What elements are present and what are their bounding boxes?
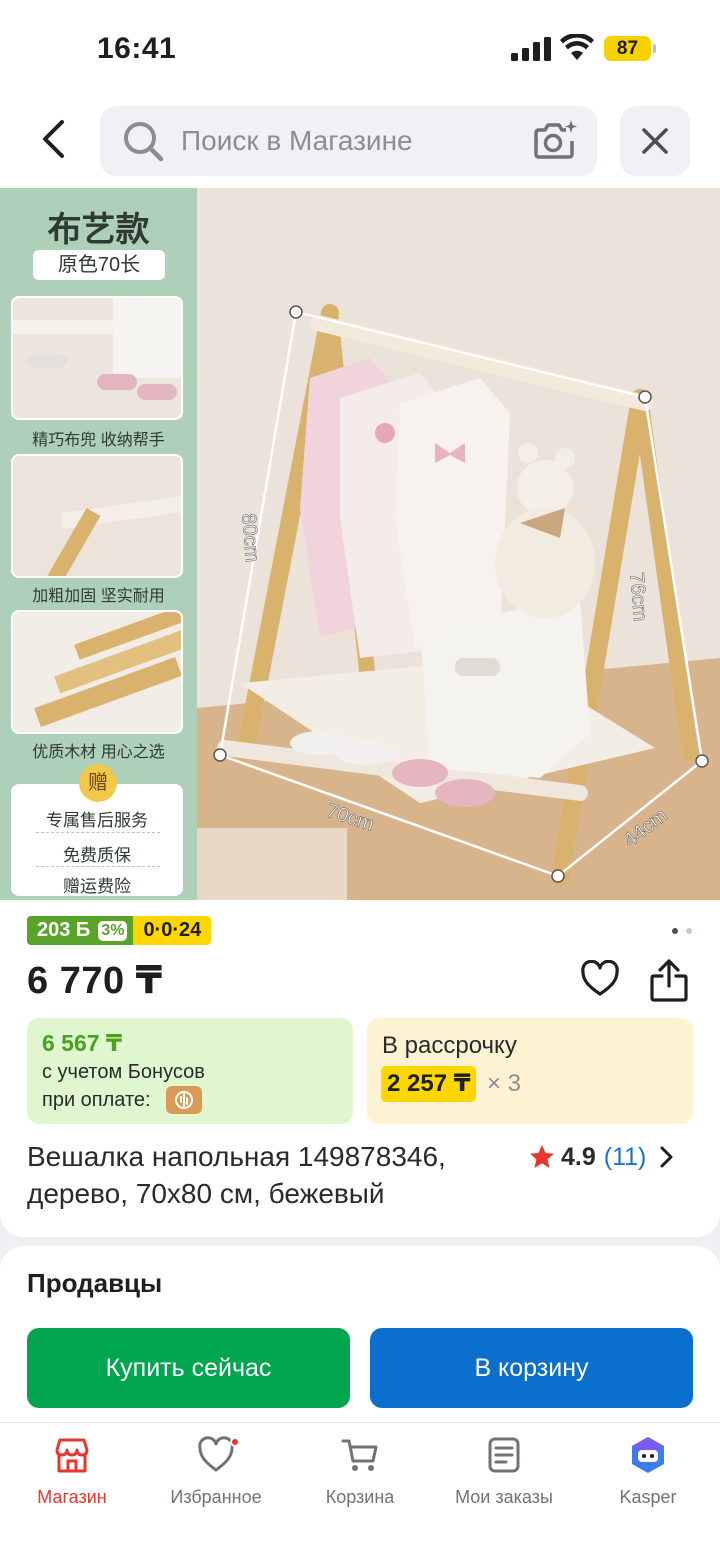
gift-line-1: 专属售后服务 [46,811,148,830]
search-placeholder: Поиск в Магазине [181,125,413,156]
bonus-badge-value: 203 Б [37,919,91,941]
feature-thumb-3 [11,610,183,734]
cart-icon [341,1439,378,1471]
search-input[interactable]: Поиск в Магазине [100,106,597,176]
product-info-card: 203 Б 3% 0·0·24 6 770 ₸ 6 567 ₸ с учетом… [0,900,720,1237]
nav-item-orders[interactable]: Мои заказы [432,1435,576,1525]
share-icon[interactable] [648,958,690,1002]
feature-label-1: 精巧布兜 收纳帮手 [32,432,165,449]
sellers-section: Продавцы Купить сейчас В корзину [0,1246,720,1426]
bonus-price-box[interactable]: 6 567 ₸ с учетом Бонусов при оплате: [27,1018,353,1124]
buy-now-button[interactable]: Купить сейчас [27,1328,350,1408]
product-title: Вешалка напольная 149878346, дерево, 70x… [27,1141,446,1209]
nav-item-favorites[interactable]: Избранное [144,1435,288,1525]
chevron-right-icon [660,1146,673,1168]
bonus-price: 6 567 ₸ [42,1030,122,1056]
nav-label-cart: Корзина [325,1487,395,1507]
close-button[interactable] [620,106,690,176]
rating-value: 4.9 [561,1142,596,1171]
nav-item-store[interactable]: Магазин [0,1435,144,1525]
battery-indicator: 87 [604,36,656,61]
close-icon [642,128,668,154]
feature-panel: 布艺款 原色70长 精巧布兜 收纳帮手 加粗加固 坚实耐用 优质木材 用心之选 … [0,188,197,900]
nav-label-store: Магазин [37,1487,107,1507]
bottom-navigation: Магазин Избранное Корзина Мои заказы Kas… [0,1422,720,1561]
installment-title: В рассрочку [382,1032,517,1059]
search-icon [124,122,164,162]
feature-label-2: 加粗加固 坚实耐用 [32,588,165,605]
promo-badges: 203 Б 3% 0·0·24 [27,916,212,945]
bonus-badge: 203 Б 3% [27,916,134,945]
banner-subtitle: 原色70长 [33,250,165,280]
gift-line-2: 免费质保 [63,846,131,865]
chevron-left-icon [43,120,64,158]
gift-line-3: 赠运费险 [63,877,131,896]
installment-box[interactable]: В рассрочку 2 257 ₸ × 3 [367,1018,693,1124]
battery-level: 87 [604,36,651,61]
search-header: Поиск в Магазине [0,96,720,188]
kasper-icon [632,1437,664,1473]
feature-thumb-2 [11,454,183,578]
add-to-cart-button[interactable]: В корзину [370,1328,693,1408]
nav-label-orders: Мои заказы [455,1487,553,1507]
product-price: 6 770 ₸ [27,960,163,1002]
notification-dot [230,1437,240,1447]
nav-item-cart[interactable]: Корзина [288,1435,432,1525]
installment-amount: 2 257 ₸ [381,1066,477,1102]
product-rating[interactable]: 4.9 (11) [529,1140,674,1174]
orders-icon [488,1437,520,1473]
status-time: 16:41 [97,32,177,65]
banner-title: 布艺款 [47,211,150,249]
camera-search-icon[interactable] [532,119,578,163]
back-button[interactable] [28,114,78,164]
gift-badge: 赠 [79,764,117,802]
dim-side-label: 76cm [625,572,651,623]
star-icon [530,1145,554,1168]
signal-icon [511,37,551,61]
product-image[interactable]: 80cm 76cm 70cm 44cm 布艺款 原色70长 精巧布兜 收纳帮手 … [0,188,720,900]
feature-thumb-1 [11,296,183,420]
store-icon [55,1438,89,1473]
payment-method-icon [166,1086,202,1114]
bonus-line-1: с учетом Бонусов [42,1061,205,1083]
dim-height-label: 80cm [237,513,263,564]
status-bar: 16:41 87 [0,0,720,96]
feature-label-3: 优质木材 用心之选 [32,744,165,761]
wifi-icon [560,34,594,60]
nav-item-kasper[interactable]: Kasper [576,1435,720,1525]
rating-count[interactable]: (11) [604,1143,647,1172]
sellers-title: Продавцы [27,1268,163,1298]
nav-label-kasper: Kasper [619,1487,677,1507]
bonus-badge-percent: 3% [98,920,128,941]
favorite-heart-icon[interactable] [580,960,620,998]
nav-label-favorites: Избранное [170,1487,262,1507]
installment-badge: 0·0·24 [133,916,212,945]
installment-multiplier: × 3 [487,1070,522,1097]
bonus-line-2: при оплате: [42,1089,151,1111]
image-pagination-dots [672,928,694,936]
